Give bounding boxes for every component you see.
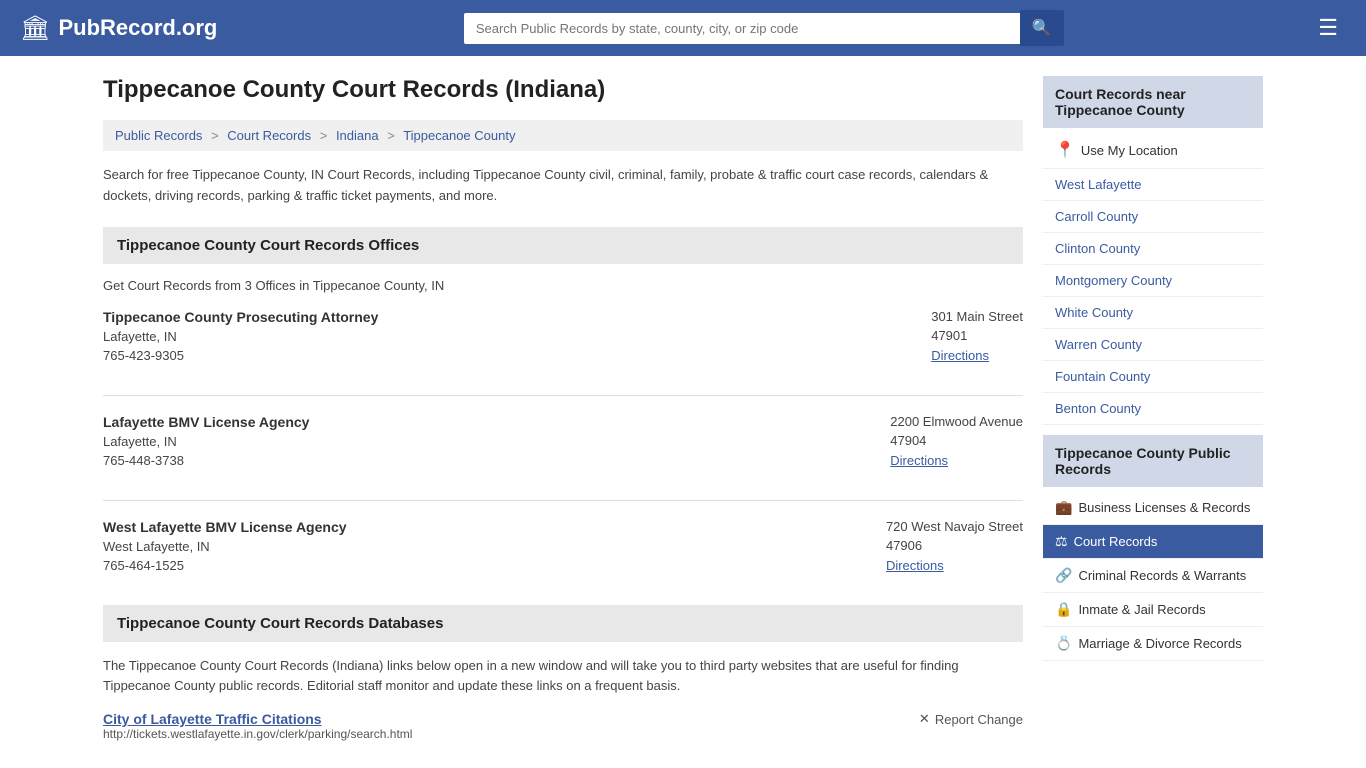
- offices-count: Get Court Records from 3 Offices in Tipp…: [103, 278, 1023, 293]
- office-city-1: Lafayette, IN: [103, 329, 378, 344]
- briefcase-icon: 💼: [1055, 499, 1072, 516]
- report-icon: ✕: [919, 711, 930, 727]
- office-right-2: 2200 Elmwood Avenue 47904 Directions: [890, 414, 1023, 468]
- office-directions-link-3[interactable]: Directions: [886, 558, 944, 573]
- office-address-3: 720 West Navajo Street: [886, 519, 1023, 534]
- office-address-1: 301 Main Street: [931, 309, 1023, 324]
- office-entry-1: Tippecanoe County Prosecuting Attorney L…: [103, 309, 1023, 373]
- office-divider-2: [103, 500, 1023, 501]
- db-link-url-1: http://tickets.westlafayette.in.gov/cler…: [103, 727, 412, 741]
- office-entry-3: West Lafayette BMV License Agency West L…: [103, 519, 1023, 583]
- office-zip-1: 47901: [931, 328, 1023, 343]
- db-link-entry-1: City of Lafayette Traffic Citations http…: [103, 711, 1023, 741]
- breadcrumb: Public Records > Court Records > Indiana…: [103, 120, 1023, 151]
- sidebar-item-criminal-records[interactable]: 🔗 Criminal Records & Warrants: [1043, 559, 1263, 593]
- sidebar-item-label-marriage: Marriage & Divorce Records: [1078, 636, 1241, 651]
- logo-text: PubRecord.org: [58, 15, 217, 41]
- office-zip-2: 47904: [890, 433, 1023, 448]
- page-title: Tippecanoe County Court Records (Indiana…: [103, 76, 1023, 104]
- office-address-2: 2200 Elmwood Avenue: [890, 414, 1023, 429]
- nearby-link-montgomery[interactable]: Montgomery County: [1043, 265, 1263, 297]
- hamburger-icon: ☰: [1318, 15, 1338, 40]
- location-icon: 📍: [1055, 140, 1075, 160]
- search-icon: 🔍: [1032, 20, 1052, 37]
- use-location-button[interactable]: 📍 Use My Location: [1043, 132, 1263, 169]
- menu-button[interactable]: ☰: [1310, 11, 1346, 45]
- offices-section-heading: Tippecanoe County Court Records Offices: [103, 227, 1023, 264]
- lock-icon: 🔒: [1055, 601, 1072, 618]
- sidebar-item-label-business: Business Licenses & Records: [1078, 500, 1250, 515]
- breadcrumb-link-tippecanoe[interactable]: Tippecanoe County: [403, 128, 515, 143]
- breadcrumb-separator-2: >: [320, 128, 328, 143]
- office-name-1: Tippecanoe County Prosecuting Attorney: [103, 309, 378, 325]
- sidebar: Court Records near Tippecanoe County 📍 U…: [1043, 76, 1263, 741]
- db-link-block: City of Lafayette Traffic Citations http…: [103, 711, 412, 741]
- nearby-link-clinton[interactable]: Clinton County: [1043, 233, 1263, 265]
- breadcrumb-link-indiana[interactable]: Indiana: [336, 128, 379, 143]
- nearby-link-warren[interactable]: Warren County: [1043, 329, 1263, 361]
- office-left-2: Lafayette BMV License Agency Lafayette, …: [103, 414, 309, 468]
- sidebar-item-inmate-records[interactable]: 🔒 Inmate & Jail Records: [1043, 593, 1263, 627]
- breadcrumb-separator-1: >: [211, 128, 219, 143]
- office-entry-2: Lafayette BMV License Agency Lafayette, …: [103, 414, 1023, 478]
- sidebar-item-marriage-records[interactable]: 💍 Marriage & Divorce Records: [1043, 627, 1263, 661]
- sidebar-item-label-court: Court Records: [1074, 534, 1158, 549]
- db-link-title-1[interactable]: City of Lafayette Traffic Citations: [103, 711, 322, 727]
- office-zip-3: 47906: [886, 538, 1023, 553]
- breadcrumb-link-public-records[interactable]: Public Records: [115, 128, 202, 143]
- office-directions-link-2[interactable]: Directions: [890, 453, 948, 468]
- office-left-1: Tippecanoe County Prosecuting Attorney L…: [103, 309, 378, 363]
- main-container: Tippecanoe County Court Records (Indiana…: [83, 56, 1283, 761]
- search-input[interactable]: [464, 13, 1020, 44]
- office-phone-1: 765-423-9305: [103, 348, 378, 363]
- databases-section-heading: Tippecanoe County Court Records Database…: [103, 605, 1023, 642]
- content-area: Tippecanoe County Court Records (Indiana…: [103, 76, 1023, 741]
- office-phone-3: 765-464-1525: [103, 558, 347, 573]
- site-header: 🏛 PubRecord.org 🔍 ☰: [0, 0, 1366, 56]
- report-change[interactable]: ✕ Report Change: [919, 711, 1023, 727]
- office-directions-link-1[interactable]: Directions: [931, 348, 989, 363]
- office-right-3: 720 West Navajo Street 47906 Directions: [886, 519, 1023, 573]
- nearby-link-benton[interactable]: Benton County: [1043, 393, 1263, 425]
- use-location-label: Use My Location: [1081, 143, 1178, 158]
- office-directions-2: Directions: [890, 452, 1023, 468]
- nearby-link-carroll[interactable]: Carroll County: [1043, 201, 1263, 233]
- nearby-link-fountain[interactable]: Fountain County: [1043, 361, 1263, 393]
- sidebar-public-records-heading: Tippecanoe County Public Records: [1043, 435, 1263, 487]
- office-divider-1: [103, 395, 1023, 396]
- search-button[interactable]: 🔍: [1020, 10, 1064, 46]
- office-directions-1: Directions: [931, 347, 1023, 363]
- office-name-2: Lafayette BMV License Agency: [103, 414, 309, 430]
- breadcrumb-link-court-records[interactable]: Court Records: [227, 128, 311, 143]
- sidebar-item-court-records[interactable]: ⚖ Court Records: [1043, 525, 1263, 559]
- report-change-label: Report Change: [935, 712, 1023, 727]
- sidebar-item-business-licenses[interactable]: 💼 Business Licenses & Records: [1043, 491, 1263, 525]
- sidebar-nearby-heading: Court Records near Tippecanoe County: [1043, 76, 1263, 128]
- link-icon: 🔗: [1055, 567, 1072, 584]
- office-city-2: Lafayette, IN: [103, 434, 309, 449]
- office-phone-2: 765-448-3738: [103, 453, 309, 468]
- db-description: The Tippecanoe County Court Records (Ind…: [103, 656, 1023, 698]
- sidebar-item-label-inmate: Inmate & Jail Records: [1078, 602, 1205, 617]
- office-right-1: 301 Main Street 47901 Directions: [931, 309, 1023, 363]
- logo-area: 🏛 PubRecord.org: [20, 14, 217, 43]
- nearby-link-white[interactable]: White County: [1043, 297, 1263, 329]
- search-area: 🔍: [464, 10, 1064, 46]
- logo-icon: 🏛: [20, 14, 50, 43]
- office-city-3: West Lafayette, IN: [103, 539, 347, 554]
- office-name-3: West Lafayette BMV License Agency: [103, 519, 347, 535]
- ring-icon: 💍: [1055, 635, 1072, 652]
- breadcrumb-separator-3: >: [387, 128, 395, 143]
- sidebar-item-label-criminal: Criminal Records & Warrants: [1078, 568, 1246, 583]
- page-description: Search for free Tippecanoe County, IN Co…: [103, 165, 1023, 207]
- office-directions-3: Directions: [886, 557, 1023, 573]
- nearby-link-west-lafayette[interactable]: West Lafayette: [1043, 169, 1263, 201]
- office-left-3: West Lafayette BMV License Agency West L…: [103, 519, 347, 573]
- scales-icon: ⚖: [1055, 533, 1068, 550]
